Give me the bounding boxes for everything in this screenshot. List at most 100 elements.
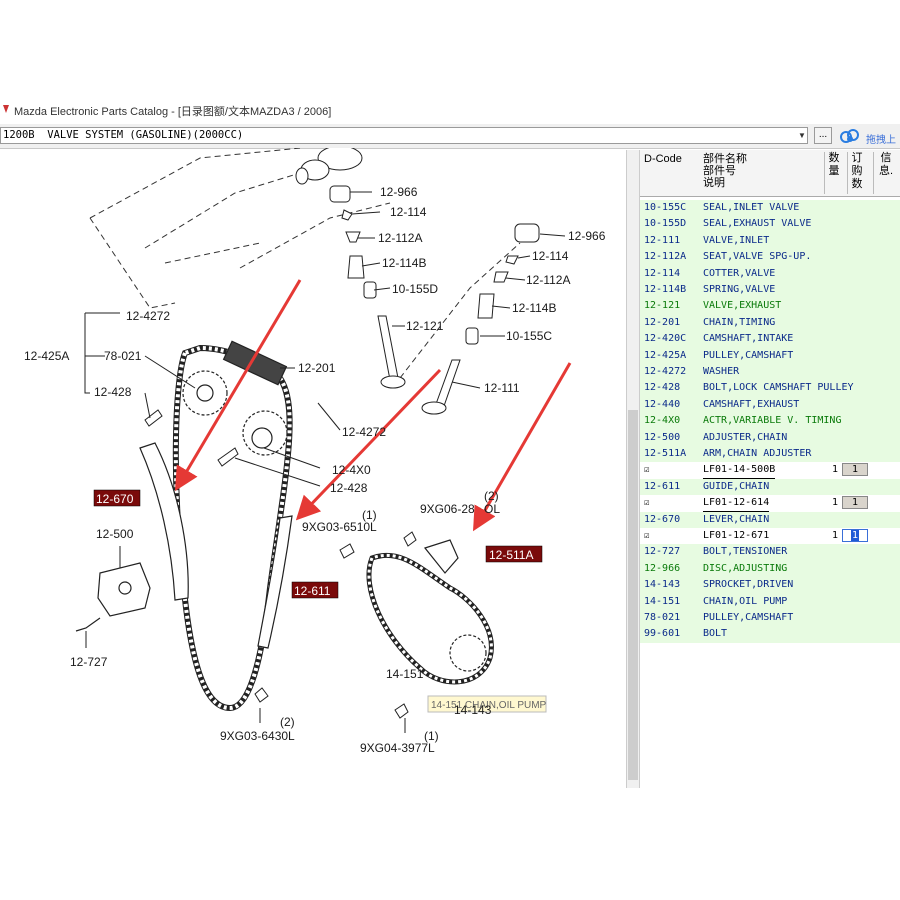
- section-select[interactable]: 1200B VALVE SYSTEM (GASOLINE)(2000CC): [0, 127, 808, 144]
- label-12-425A: 12-425A: [24, 349, 69, 363]
- part-row[interactable]: 12-121 VALVE,EXHAUST: [640, 298, 900, 315]
- part-row[interactable]: 99-601 BOLT: [640, 626, 900, 643]
- part-name: LEVER,CHAIN: [703, 513, 770, 525]
- part-name: BOLT: [703, 628, 728, 640]
- window-title: Mazda Electronic Parts Catalog - [日录图额/文…: [14, 106, 332, 118]
- label-qty-2a: (2): [484, 489, 499, 503]
- label-12-428: 12-428: [94, 385, 132, 399]
- app-icon: [3, 105, 9, 113]
- label-14-151: 14-151: [386, 667, 424, 681]
- part-name: VALVE,INLET: [703, 234, 770, 246]
- cloud-icon[interactable]: [840, 127, 860, 145]
- part-name: CHAIN,OIL PUMP: [703, 595, 788, 607]
- part-row[interactable]: 12-511A ARM,CHAIN ADJUSTER: [640, 446, 900, 463]
- part-row[interactable]: 12-4X0 ACTR,VARIABLE V. TIMING: [640, 413, 900, 430]
- order-quantity-input[interactable]: 1: [842, 529, 868, 542]
- part-row[interactable]: 14-151 CHAIN,OIL PUMP: [640, 593, 900, 610]
- select-checkbox[interactable]: ☑: [644, 528, 649, 544]
- part-name: BOLT,TENSIONER: [703, 546, 788, 558]
- diagram-scrollbar[interactable]: [626, 150, 640, 788]
- header-order[interactable]: 订购数: [847, 152, 866, 194]
- part-code: 12-121: [644, 300, 681, 312]
- part-code: 10-155C: [644, 202, 687, 213]
- part-name: CAMSHAFT,INTAKE: [703, 333, 794, 345]
- part-code: 12-511A: [644, 448, 687, 459]
- header-qty[interactable]: 数量: [824, 152, 843, 194]
- scrollbar-thumb[interactable]: [628, 410, 638, 780]
- red-arrows: [174, 279, 572, 532]
- part-code: 12-670: [644, 513, 681, 525]
- part-row[interactable]: 12-4272 WASHER: [640, 364, 900, 381]
- oil-pump-chain: [366, 539, 494, 685]
- label-12-500: 12-500: [96, 527, 134, 541]
- part-number-row[interactable]: ☑ LF01-14-500B 1 1: [640, 462, 900, 480]
- camshaft: [295, 148, 363, 185]
- part-name: ARM,CHAIN ADJUSTER: [703, 448, 812, 459]
- header-name[interactable]: 部件名称 部件号 说明: [703, 153, 747, 189]
- part-number: LF01-12-671: [703, 528, 770, 545]
- chevron-down-icon[interactable]: ▼: [797, 128, 807, 143]
- label-12-727: 12-727: [70, 655, 108, 669]
- part-row[interactable]: 12-114B SPRING,VALVE: [640, 282, 900, 299]
- label-12-4X0: 12-4X0: [332, 463, 371, 477]
- part-code: 12-727: [644, 546, 681, 558]
- part-row[interactable]: 12-201 CHAIN,TIMING: [640, 314, 900, 332]
- part-code: 12-111: [644, 234, 681, 246]
- part-row[interactable]: 10-155C SEAL,INLET VALVE: [640, 200, 900, 217]
- header-dcode[interactable]: D-Code: [644, 153, 682, 165]
- part-name: ADJUSTER,CHAIN: [703, 431, 788, 443]
- part-code: 14-151: [644, 595, 681, 607]
- part-row[interactable]: 12-500 ADJUSTER,CHAIN: [640, 429, 900, 446]
- part-row[interactable]: 12-112A SEAT,VALVE SPG-UP.: [640, 249, 900, 266]
- label-9xg06: 9XG06-28: [420, 502, 475, 516]
- part-name: PULLEY,CAMSHAFT: [703, 349, 794, 361]
- part-name: PULLEY,CAMSHAFT: [703, 612, 794, 623]
- quantity: 1: [832, 464, 839, 476]
- part-row[interactable]: 12-966 DISC,ADJUSTING: [640, 560, 900, 578]
- part-row[interactable]: 12-611 GUIDE,CHAIN: [640, 478, 900, 496]
- callout-labels: 12-966 12-114 12-112A 12-114B 10-155D 12…: [24, 185, 606, 755]
- label-12-114-r: 12-114: [532, 249, 569, 263]
- part-row[interactable]: 12-111 VALVE,INLET: [640, 232, 900, 250]
- select-checkbox[interactable]: ☑: [644, 462, 649, 478]
- part-number: LF01-12-614: [703, 495, 770, 513]
- part-name: COTTER,VALVE: [703, 267, 776, 279]
- part-code: 12-4272: [644, 366, 687, 377]
- order-quantity-input[interactable]: 1: [842, 463, 868, 477]
- part-code: 12-425A: [644, 349, 687, 361]
- part-code: 99-601: [644, 628, 681, 640]
- part-code: 10-155D: [644, 218, 687, 230]
- label-ol: OL: [484, 502, 500, 516]
- label-9xg03-6510: 9XG03-6510L: [302, 520, 377, 534]
- label-12-112A: 12-112A: [378, 231, 422, 245]
- part-number-row[interactable]: ☑ LF01-12-671 1 1: [640, 528, 900, 545]
- part-row[interactable]: 12-670 LEVER,CHAIN: [640, 511, 900, 528]
- label-9xg04-3977: 9XG04-3977L: [360, 741, 435, 755]
- label-qty-2b: (2): [280, 715, 295, 729]
- part-row[interactable]: 12-425A PULLEY,CAMSHAFT: [640, 347, 900, 364]
- header-name-line1: 部件名称: [703, 153, 747, 165]
- label-12-121: 12-121: [406, 319, 444, 333]
- part-row[interactable]: 12-114 COTTER,VALVE: [640, 265, 900, 282]
- header-info[interactable]: 信息.: [873, 152, 898, 194]
- browse-button[interactable]: ...: [814, 127, 832, 144]
- part-name: DISC,ADJUSTING: [703, 562, 788, 574]
- part-row[interactable]: 12-428 BOLT,LOCK CAMSHAFT PULLEY: [640, 380, 900, 397]
- part-row[interactable]: 12-727 BOLT,TENSIONER: [640, 544, 900, 561]
- part-row[interactable]: 78-021 PULLEY,CAMSHAFT: [640, 610, 900, 627]
- part-number-row[interactable]: ☑ LF01-12-614 1 1: [640, 495, 900, 513]
- part-row[interactable]: 10-155D SEAL,EXHAUST VALVE: [640, 216, 900, 233]
- part-code: 12-428: [644, 382, 681, 394]
- part-name: CAMSHAFT,EXHAUST: [703, 398, 800, 410]
- part-row[interactable]: 12-420C CAMSHAFT,INTAKE: [640, 331, 900, 348]
- drag-label: 拖拽上: [866, 135, 896, 146]
- order-quantity-input[interactable]: 1: [842, 496, 868, 510]
- label-12-111: 12-111: [484, 381, 520, 395]
- label-12-966: 12-966: [380, 185, 418, 199]
- header-name-line3: 说明: [703, 177, 725, 189]
- part-code: 12-112A: [644, 251, 687, 263]
- select-checkbox[interactable]: ☑: [644, 495, 649, 511]
- part-row[interactable]: 14-143 SPROCKET,DRIVEN: [640, 577, 900, 594]
- part-row[interactable]: 12-440 CAMSHAFT,EXHAUST: [640, 396, 900, 414]
- quantity: 1: [832, 530, 839, 541]
